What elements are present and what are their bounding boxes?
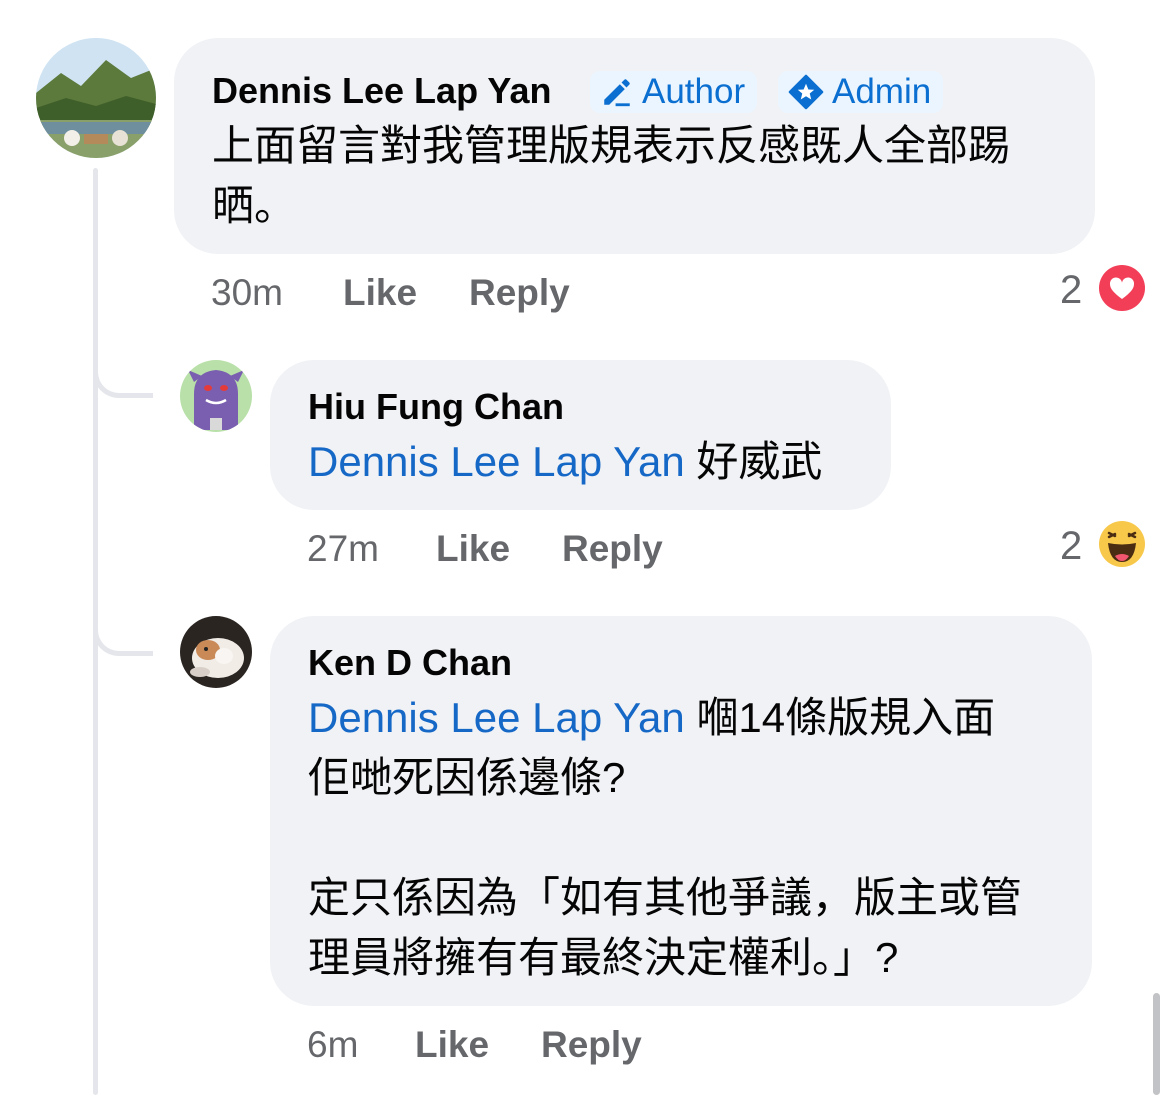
comment-text: 上面留言對我管理版規表示反感既人全部踢 晒。 [212,116,1010,236]
comment-bubble-3: Ken D Chan Dennis Lee Lap Yan 嗰14條版規入面 佢… [270,616,1092,1006]
thread-branch-1 [93,362,153,398]
comment-text: Dennis Lee Lap Yan 好威武 [308,432,822,492]
comment-text-line: Dennis Lee Lap Yan 嗰14條版規入面 [308,688,1022,748]
comment-author-name[interactable]: Hiu Fung Chan [308,386,564,428]
mention-link[interactable]: Dennis Lee Lap Yan [308,438,685,485]
cat-photo-icon [180,616,252,688]
comment-text-rest: 嗰14條版規入面 [684,694,996,741]
reply-button[interactable]: Reply [469,272,570,314]
comment-text-line: 理員將擁有有最終決定權利。」? [308,934,899,981]
comment-author-name[interactable]: Ken D Chan [308,642,512,684]
comment-bubble-2: Hiu Fung Chan Dennis Lee Lap Yan 好威武 [270,360,891,510]
comment-author-name[interactable]: Dennis Lee Lap Yan [212,70,551,112]
avatar-ken[interactable] [180,616,252,688]
comment-timestamp[interactable]: 27m [307,528,379,570]
author-badge[interactable]: Author [590,71,758,113]
comment-text-line: 晒。 [212,182,297,229]
reply-button[interactable]: Reply [562,528,663,570]
admin-badge-label: Admin [832,72,932,111]
comment-text-line: 佢哋死因係邊條? [308,754,626,801]
ghost-avatar-icon [180,360,252,432]
comment-text: Dennis Lee Lap Yan 嗰14條版規入面 佢哋死因係邊條? 定只係… [308,688,1022,988]
pencil-icon [604,79,630,107]
comment-bubble-1: Dennis Lee Lap Yan Author Admin 上面留言對我管理… [174,38,1095,254]
reaction-count[interactable]: 2 [1060,268,1082,313]
admin-star-icon [788,74,824,110]
reply-button[interactable]: Reply [541,1024,642,1066]
comment-timestamp[interactable]: 6m [307,1024,358,1066]
comment-timestamp[interactable]: 30m [211,272,283,314]
reaction-count[interactable]: 2 [1060,524,1082,569]
landscape-photo-icon [36,38,156,158]
avatar-dennis[interactable] [36,38,156,158]
admin-badge[interactable]: Admin [778,71,944,113]
like-button[interactable]: Like [415,1024,489,1066]
heart-icon[interactable] [1096,262,1148,314]
author-badge-label: Author [642,72,746,111]
scrollbar[interactable] [1153,993,1160,1095]
mention-link[interactable]: Dennis Lee Lap Yan [308,694,685,741]
haha-icon[interactable] [1096,518,1148,570]
comment-text-line: 上面留言對我管理版規表示反感既人全部踢 [212,122,1011,169]
comment-text-line: 定只係因為「如有其他爭議，版主或管 [308,874,1023,921]
comment-text-rest: 好威武 [684,438,823,485]
avatar-hiu-fung[interactable] [180,360,252,432]
like-button[interactable]: Like [436,528,510,570]
like-button[interactable]: Like [343,272,417,314]
thread-branch-2 [93,620,153,656]
